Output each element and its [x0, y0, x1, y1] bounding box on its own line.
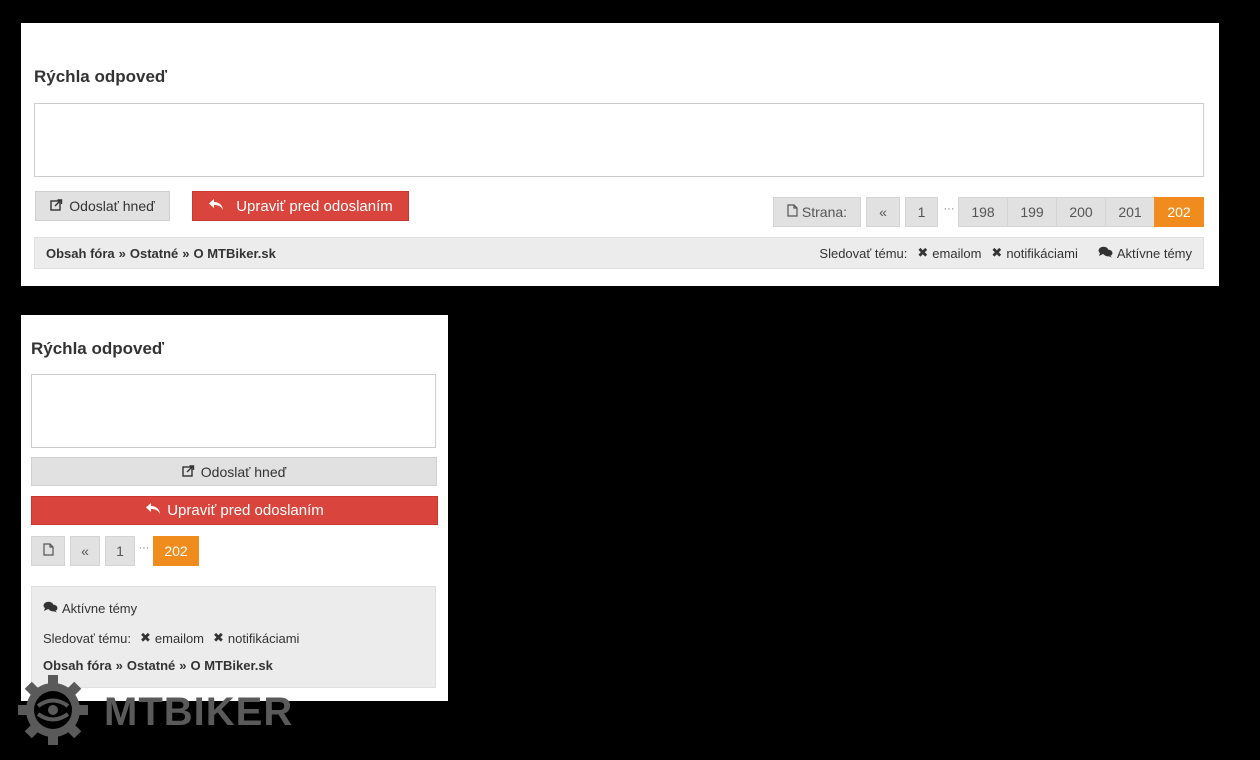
send-now-button[interactable]: Odoslať hneď	[31, 457, 437, 486]
desktop-footer-bar: Obsah fóra» Ostatné» O MTBiker.sk Sledovať…	[34, 237, 1204, 269]
page-first-button[interactable]: 1	[105, 536, 135, 566]
page-button[interactable]: 201	[1105, 197, 1155, 227]
follow-notifications-toggle[interactable]: ✖ notifikáciami	[213, 630, 299, 646]
page-prev-button[interactable]: «	[866, 197, 900, 227]
breadcrumb-separator: »	[115, 658, 123, 673]
logo-text: MTBIKER	[104, 689, 294, 734]
page-current-button[interactable]: 202	[153, 536, 199, 566]
breadcrumb-separator: »	[118, 245, 126, 261]
page-label: Strana:	[801, 204, 848, 220]
active-topics-label: Aktívne témy	[1116, 245, 1192, 261]
page-ellipsis: ···	[943, 203, 955, 215]
close-icon: ✖	[139, 630, 151, 645]
send-now-label: Odoslať hneď	[69, 198, 155, 214]
follow-email-toggle[interactable]: ✖ emailom	[917, 245, 981, 261]
gear-logo-icon	[16, 673, 90, 752]
send-now-label: Odoslať hneď	[200, 463, 287, 480]
share-icon	[182, 464, 195, 480]
reply-icon	[145, 502, 161, 519]
page-prev-button[interactable]: «	[70, 536, 100, 566]
breadcrumb-separator: »	[179, 658, 187, 673]
follow-email-label: emailom	[154, 630, 205, 646]
breadcrumb-separator: »	[182, 245, 190, 261]
breadcrumb: Obsah fóra» Ostatné» O MTBiker.sk	[46, 246, 276, 261]
breadcrumb-forum-index[interactable]: Obsah fóra	[46, 246, 115, 261]
quick-reply-title: Rýchla odpoveď	[34, 67, 168, 86]
follow-notifications-toggle[interactable]: ✖ notifikáciami	[991, 245, 1077, 261]
edit-before-send-button[interactable]: Upraviť pred odoslaním	[31, 496, 438, 525]
edit-before-send-label: Upraviť pred odoslaním	[167, 502, 324, 519]
page-button[interactable]: 199	[1007, 197, 1057, 227]
close-icon: ✖	[991, 245, 1003, 260]
active-topics-link[interactable]: Aktívne témy	[1098, 246, 1192, 261]
document-icon	[787, 204, 798, 220]
breadcrumb-other[interactable]: Ostatné	[130, 246, 178, 261]
mobile-quick-reply-panel: Rýchla odpoveď Odoslať hneď Upraviť pred…	[21, 315, 448, 701]
reply-icon	[208, 198, 224, 215]
page-first-button[interactable]: 1	[905, 197, 938, 227]
follow-controls: Sledovať tému: ✖ emailom ✖ notifikáciami	[43, 628, 424, 648]
document-icon	[42, 543, 54, 559]
follow-notifications-label: notifikáciami	[227, 630, 300, 646]
follow-label: Sledovať tému:	[43, 630, 131, 646]
edit-before-send-label: Upraviť pred odoslaním	[236, 197, 393, 215]
comments-icon	[1098, 246, 1113, 261]
edit-before-send-button[interactable]: Upraviť pred odoslaním	[192, 191, 409, 221]
follow-email-label: emailom	[932, 245, 982, 261]
comments-icon	[43, 601, 58, 616]
follow-notifications-label: notifikáciami	[1006, 245, 1078, 261]
breadcrumb-about[interactable]: O MTBiker.sk	[194, 246, 276, 261]
breadcrumb-forum-index[interactable]: Obsah fóra	[43, 658, 112, 673]
page-label-cell	[31, 536, 65, 566]
active-topics-link[interactable]: Aktívne témy	[43, 598, 137, 618]
mobile-footer-box: Aktívne témy Sledovať tému: ✖ emailom ✖ …	[31, 586, 436, 688]
desktop-quick-reply-panel: Rýchla odpoveď Odoslať hneď Upraviť pred…	[21, 23, 1219, 286]
reply-textarea[interactable]	[31, 374, 436, 448]
breadcrumb-other[interactable]: Ostatné	[127, 658, 175, 673]
close-icon: ✖	[917, 245, 929, 260]
active-topics-label: Aktívne témy	[62, 600, 138, 616]
quick-reply-title: Rýchla odpoveď	[31, 339, 165, 358]
mtbiker-logo: MTBIKER	[16, 674, 316, 750]
close-icon: ✖	[213, 630, 224, 645]
page-label-cell: Strana:	[773, 197, 861, 227]
follow-controls: Sledovať tému: ✖ emailom ✖ notifikáciami…	[819, 245, 1192, 261]
follow-label: Sledovať tému:	[819, 245, 908, 261]
share-icon	[50, 198, 63, 214]
page-current-button[interactable]: 202	[1154, 197, 1204, 227]
page-ellipsis: ···	[138, 542, 150, 554]
follow-email-toggle[interactable]: ✖ emailom	[140, 630, 204, 646]
page-button[interactable]: 200	[1056, 197, 1106, 227]
reply-textarea[interactable]	[34, 103, 1204, 177]
breadcrumb-about[interactable]: O MTBiker.sk	[191, 658, 273, 673]
send-now-button[interactable]: Odoslať hneď	[35, 191, 170, 221]
page-button[interactable]: 198	[958, 197, 1008, 227]
